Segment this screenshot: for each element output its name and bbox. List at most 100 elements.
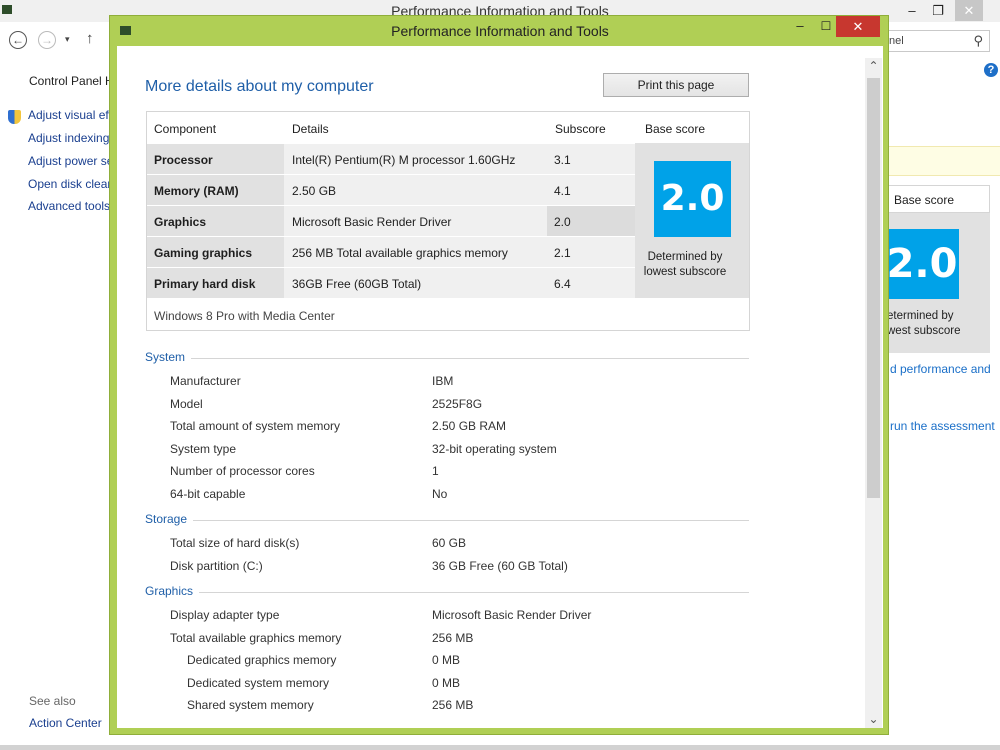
info-label: Manufacturer xyxy=(170,374,241,388)
info-row: Dedicated graphics memory 0 MB xyxy=(117,653,857,673)
info-label: Total amount of system memory xyxy=(170,419,341,433)
section-divider xyxy=(145,520,749,521)
component-cell: Processor xyxy=(147,144,284,174)
info-label: Model xyxy=(170,397,203,411)
recent-locations-icon[interactable]: ▾ xyxy=(65,34,70,45)
info-value: 2.50 GB RAM xyxy=(432,419,507,433)
scroll-down-icon[interactable]: ⌄ xyxy=(865,711,882,728)
sidebar-task-visual-effects[interactable]: Adjust visual eff xyxy=(28,108,112,122)
info-row: Dedicated system memory 0 MB xyxy=(117,676,857,696)
info-value: IBM xyxy=(432,374,454,388)
section-title-storage: Storage xyxy=(145,512,194,526)
dialog-title: Performance Information and Tools xyxy=(391,23,609,39)
info-row: Manufacturer IBM xyxy=(117,374,857,394)
subscore-cell: 3.1 xyxy=(547,144,635,174)
subscore-cell: 6.4 xyxy=(547,268,635,298)
background-base-score-header: Base score xyxy=(885,185,990,213)
sidebar-task-power[interactable]: Adjust power se xyxy=(28,154,113,168)
info-value: 0 MB xyxy=(432,676,461,690)
forward-arrow-icon[interactable]: → xyxy=(38,31,56,49)
info-label: Disk partition (C:) xyxy=(170,559,263,573)
minimize-button[interactable]: – xyxy=(790,18,810,33)
table-row: Memory (RAM) 2.50 GB 4.1 xyxy=(147,174,635,205)
column-header-base-score: Base score xyxy=(645,122,706,136)
background-score-panel: 2.0 etermined by west subscore xyxy=(885,213,990,353)
table-row: Processor Intel(R) Pentium(R) M processo… xyxy=(147,143,635,174)
info-label: Number of processor cores xyxy=(170,464,315,478)
search-input-text: nel xyxy=(889,35,904,47)
shield-icon xyxy=(8,110,21,124)
background-score-caption-line2: west subscore xyxy=(887,325,961,337)
info-value: 256 MB xyxy=(432,631,474,645)
maximize-button[interactable]: ☐ xyxy=(816,19,836,33)
search-input[interactable]: nel ⚲ xyxy=(882,30,990,52)
info-label: 64-bit capable xyxy=(170,487,246,501)
sidebar-task-advanced-tools[interactable]: Advanced tools xyxy=(28,199,110,213)
section-title-graphics: Graphics xyxy=(145,584,200,598)
vertical-scrollbar[interactable]: ⌃ ⌄ xyxy=(865,58,882,728)
column-header-subscore: Subscore xyxy=(555,122,606,136)
component-cell: Graphics xyxy=(147,206,284,236)
subscore-cell-lowest: 2.0 xyxy=(547,206,635,236)
dialog-content: More details about my computer Print thi… xyxy=(117,46,883,728)
section-title-system: System xyxy=(145,350,192,364)
info-row: Total amount of system memory 2.50 GB RA… xyxy=(117,419,857,439)
scrollbar-thumb[interactable] xyxy=(867,78,880,498)
info-value: 1 xyxy=(432,464,439,478)
info-row: Display adapter type Microsoft Basic Ren… xyxy=(117,608,857,628)
print-button[interactable]: Print this page xyxy=(603,73,749,97)
info-value: Microsoft Basic Render Driver xyxy=(432,608,592,622)
section-divider xyxy=(145,592,749,593)
background-score-caption: etermined by west subscore xyxy=(887,309,961,339)
info-label: Total available graphics memory xyxy=(170,631,342,645)
improve-performance-link[interactable]: d performance and xyxy=(890,362,991,376)
component-cell: Gaming graphics xyxy=(147,237,284,267)
background-score-tile: 2.0 xyxy=(885,229,959,299)
details-cell: Intel(R) Pentium(R) M processor 1.60GHz xyxy=(284,144,547,174)
sidebar-task-indexing[interactable]: Adjust indexing xyxy=(28,131,109,145)
base-score-tile: 2.0 xyxy=(654,161,731,237)
base-score-caption: Determined by lowest subscore xyxy=(635,250,735,280)
search-icon[interactable]: ⚲ xyxy=(973,33,983,49)
back-arrow-icon[interactable]: ← xyxy=(9,31,27,49)
info-value: No xyxy=(432,487,448,501)
minimize-button[interactable]: – xyxy=(902,0,922,21)
page-title: More details about my computer xyxy=(145,78,374,95)
component-cell: Primary hard disk xyxy=(147,268,284,298)
info-label: Dedicated system memory xyxy=(187,676,330,690)
see-also-heading: See also xyxy=(29,694,76,708)
info-label: Display adapter type xyxy=(170,608,280,622)
performance-details-dialog: Performance Information and Tools – ☐ ✕ … xyxy=(109,15,889,735)
info-value: 36 GB Free (60 GB Total) xyxy=(432,559,568,573)
details-cell: 256 MB Total available graphics memory xyxy=(284,237,547,267)
details-cell: 2.50 GB xyxy=(284,175,547,205)
close-button[interactable]: ✕ xyxy=(836,16,880,37)
info-value: 2525F8G xyxy=(432,397,483,411)
sidebar-home-link[interactable]: Control Panel H xyxy=(29,74,114,88)
sidebar-task-disk-cleanup[interactable]: Open disk clean xyxy=(28,177,114,191)
info-row: Total available graphics memory 256 MB xyxy=(117,631,857,651)
section-divider xyxy=(145,358,749,359)
rerun-assessment-link[interactable]: run the assessment xyxy=(890,419,995,433)
info-value: 32-bit operating system xyxy=(432,442,557,456)
column-header-details: Details xyxy=(292,122,329,136)
scroll-up-icon[interactable]: ⌃ xyxy=(865,58,882,75)
info-row: Disk partition (C:) 36 GB Free (60 GB To… xyxy=(117,559,857,579)
info-label: Shared system memory xyxy=(187,698,314,712)
close-button[interactable]: ✕ xyxy=(955,0,983,21)
info-label: System type xyxy=(170,442,237,456)
background-base-score-label: Base score xyxy=(894,193,955,207)
up-arrow-icon[interactable]: ↑ xyxy=(86,30,94,47)
info-row: System type 32-bit operating system xyxy=(117,442,857,462)
action-center-link[interactable]: Action Center xyxy=(29,716,102,730)
help-icon[interactable]: ? xyxy=(984,63,998,77)
notice-bar xyxy=(885,146,1000,176)
base-score-panel: 2.0 Determined by lowest subscore xyxy=(635,143,749,298)
background-score-caption-line1: etermined by xyxy=(887,310,954,322)
details-cell: 36GB Free (60GB Total) xyxy=(284,268,547,298)
base-score-caption-line2: lowest subscore xyxy=(643,266,727,278)
info-label: Dedicated graphics memory xyxy=(187,653,337,667)
maximize-button[interactable]: ❐ xyxy=(928,0,948,21)
taskbar-edge xyxy=(0,745,1000,750)
score-table: Component Details Subscore Base score Pr… xyxy=(146,111,750,331)
